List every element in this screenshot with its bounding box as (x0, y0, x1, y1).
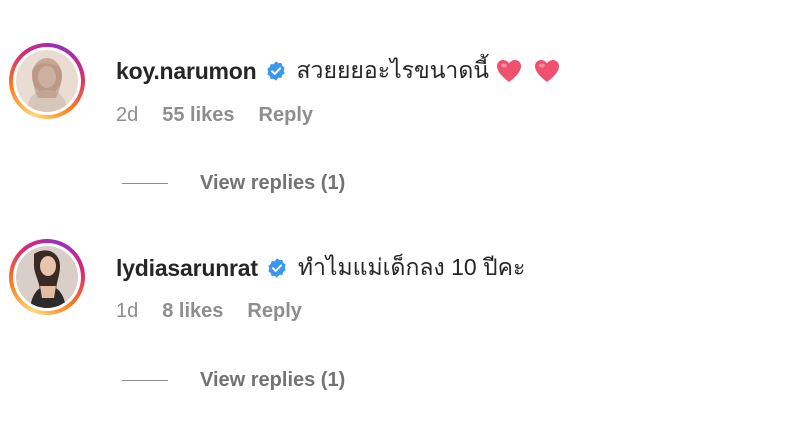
comment-header: koy.narumon สวยยยอะไรขนาดนี้ (116, 53, 561, 89)
avatar[interactable] (16, 50, 78, 112)
verified-badge-icon (266, 257, 288, 279)
comment-age[interactable]: 1d (116, 300, 138, 323)
replies-divider (122, 183, 168, 184)
avatar-image (16, 246, 78, 308)
comment-text: ทำไมแม่เด็กลง 10 ปีคะ (297, 254, 526, 280)
comment-item: lydiasarunrat ทำไมแม่เด็กลง 10 ปีคะ 1d 8… (0, 212, 800, 424)
avatar-image (16, 50, 78, 112)
avatar-border (13, 47, 81, 115)
replies-divider (122, 380, 168, 381)
username-link[interactable]: lydiasarunrat (116, 255, 258, 282)
view-replies-button[interactable]: View replies (1) (122, 172, 345, 195)
view-replies-label: View replies (1) (200, 172, 346, 194)
reply-button[interactable]: Reply (259, 104, 313, 127)
likes-count[interactable]: 8 likes (162, 300, 223, 323)
comment-age[interactable]: 2d (116, 104, 138, 127)
reply-button[interactable]: Reply (247, 300, 301, 323)
heart-emoji-icon (533, 58, 561, 84)
comment-header: lydiasarunrat ทำไมแม่เด็กลง 10 ปีคะ (116, 250, 525, 286)
avatar-border (13, 243, 81, 311)
avatar[interactable] (16, 246, 78, 308)
verified-badge-icon (265, 60, 287, 82)
avatar-story-ring[interactable] (9, 43, 85, 119)
avatar-story-ring[interactable] (9, 239, 85, 315)
comment-item: koy.narumon สวยยยอะไรขนาดนี้ 2d 55 likes… (0, 0, 800, 212)
heart-emoji-icon (495, 58, 523, 84)
comment-text: สวยยยอะไรขนาดนี้ (296, 57, 490, 83)
view-replies-label: View replies (1) (200, 369, 346, 391)
comment-meta: 2d 55 likes Reply (116, 104, 313, 127)
view-replies-button[interactable]: View replies (1) (122, 369, 345, 392)
comment-meta: 1d 8 likes Reply (116, 300, 302, 323)
emoji-group (495, 58, 561, 84)
likes-count[interactable]: 55 likes (162, 104, 234, 127)
username-link[interactable]: koy.narumon (116, 58, 257, 85)
